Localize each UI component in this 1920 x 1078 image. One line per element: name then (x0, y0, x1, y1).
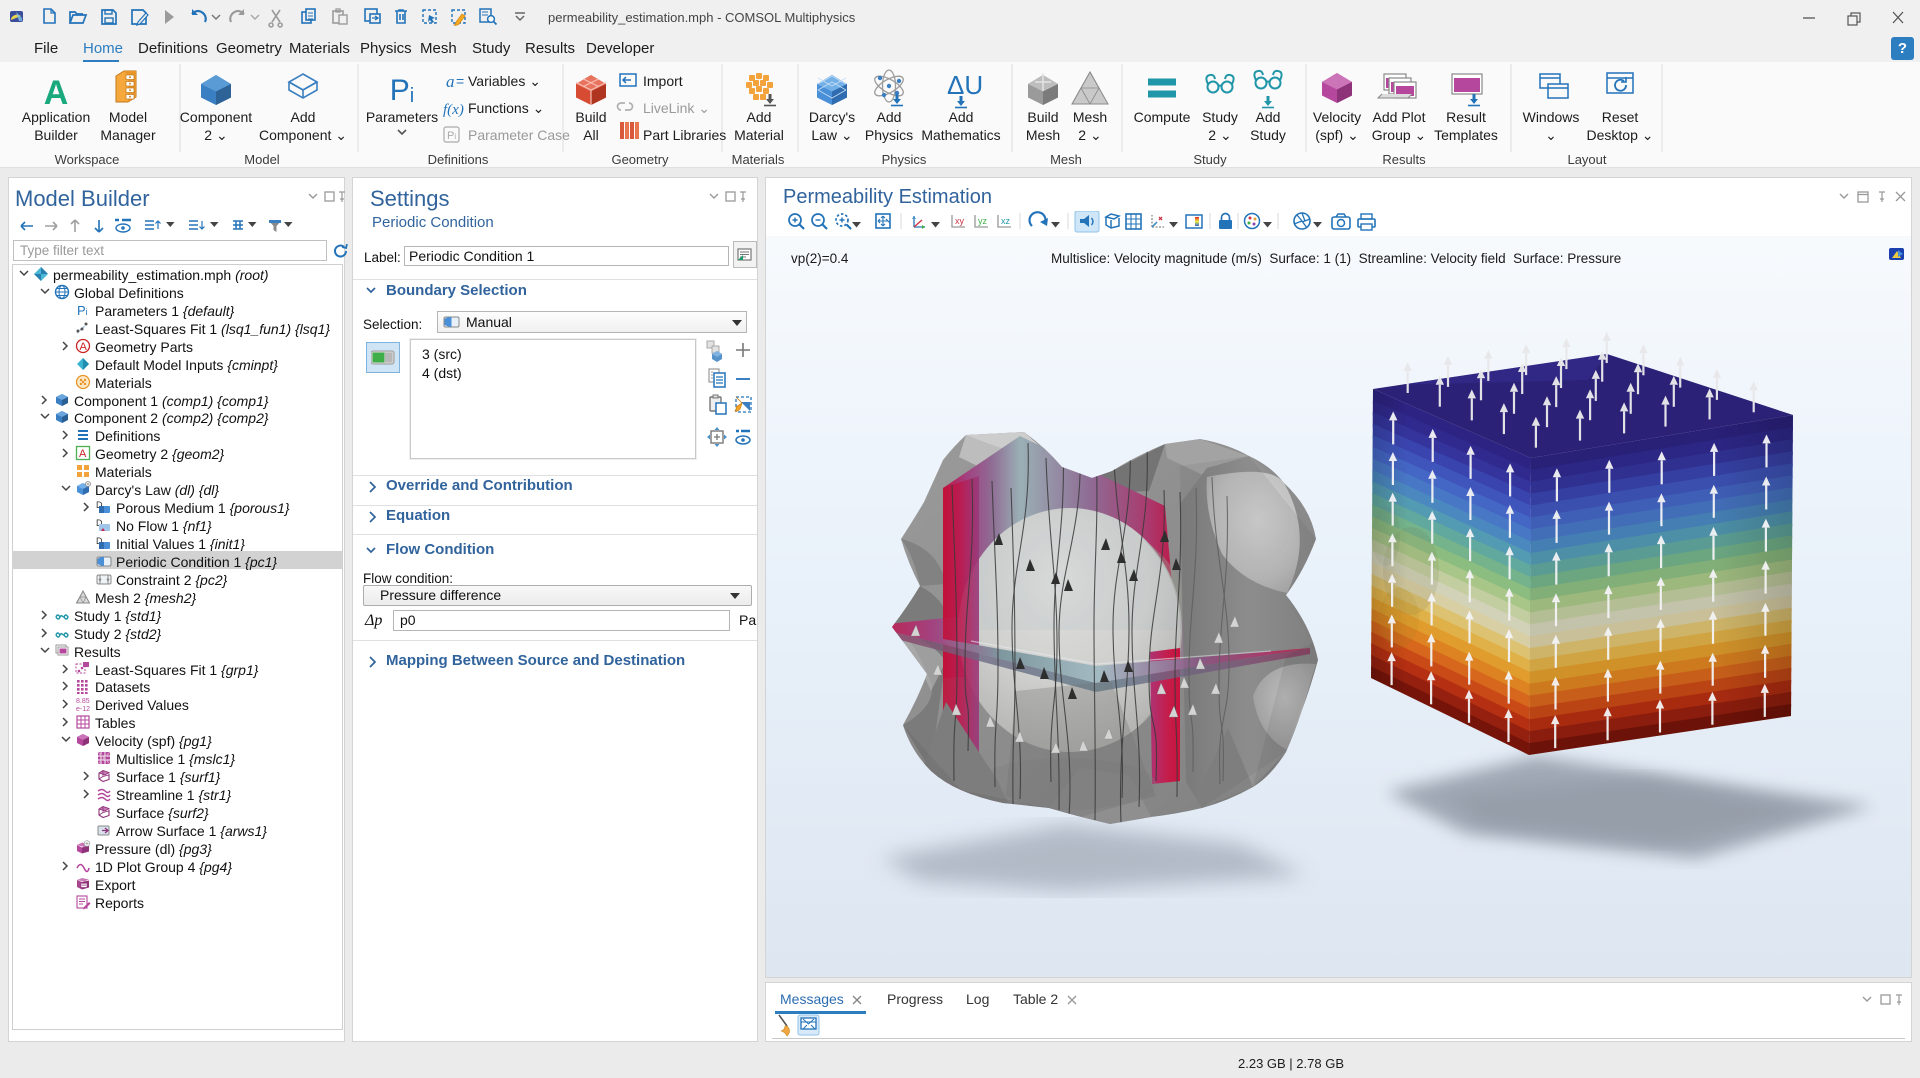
svg-text:xy: xy (955, 216, 965, 226)
svg-text:Pi: Pi (77, 303, 88, 318)
svg-text:ΔU: ΔU (947, 70, 983, 100)
svg-text:e-12: e-12 (76, 706, 90, 712)
svg-text:yz: yz (978, 216, 988, 226)
svg-text:A: A (79, 448, 87, 460)
svg-text:Pi: Pi (447, 130, 456, 142)
svg-text:A: A (44, 74, 69, 112)
svg-text:f(x): f(x) (443, 102, 464, 118)
svg-text:A: A (80, 341, 88, 353)
svg-text:a: a (446, 72, 455, 91)
svg-text:xz: xz (1001, 216, 1011, 226)
svg-text:Pi: Pi (390, 74, 414, 107)
svg-text:=: = (456, 73, 464, 89)
svg-text:8.85: 8.85 (76, 698, 90, 705)
